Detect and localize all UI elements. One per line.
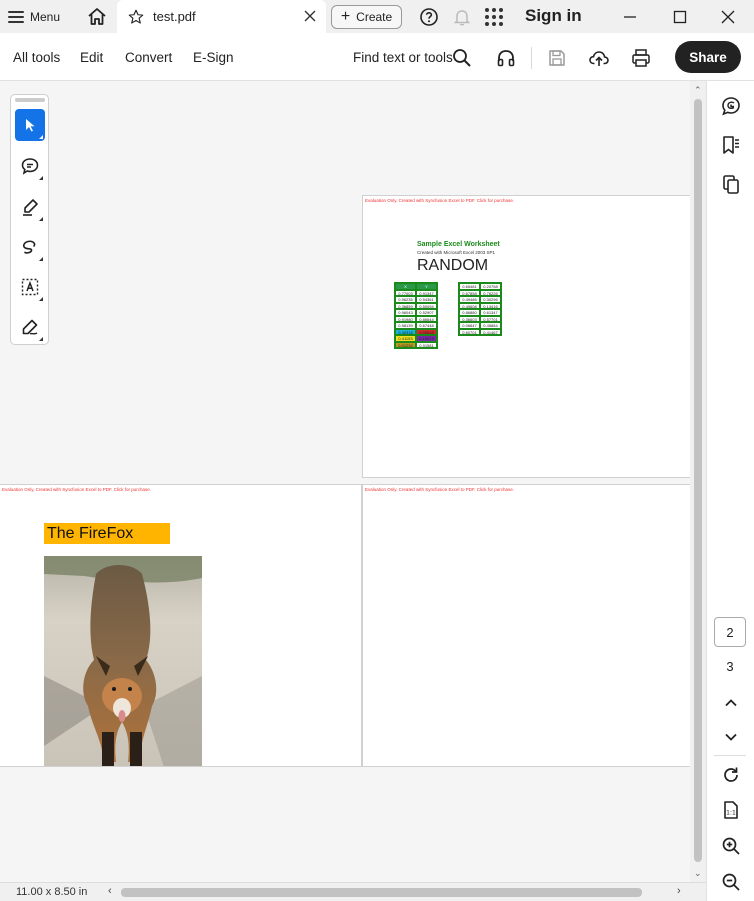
create-button[interactable]: + Create bbox=[331, 5, 402, 29]
scroll-right-arrow-icon[interactable]: › bbox=[677, 885, 681, 897]
tab-test-pdf[interactable]: test.pdf bbox=[117, 0, 326, 33]
star-icon[interactable] bbox=[127, 8, 145, 26]
select-tool[interactable] bbox=[15, 109, 45, 141]
cloud-upload-icon[interactable] bbox=[588, 47, 610, 69]
vertical-scrollbar[interactable]: ⌃ ⌄ bbox=[690, 81, 706, 882]
table-cell: 0.41467 bbox=[480, 328, 501, 335]
nav-e-sign[interactable]: E-Sign bbox=[193, 50, 234, 65]
page-number-current[interactable]: 2 bbox=[714, 617, 746, 647]
scroll-down-arrow-icon[interactable]: ⌄ bbox=[694, 869, 702, 878]
random-heading: RANDOM bbox=[417, 257, 489, 274]
create-label: Create bbox=[356, 10, 393, 24]
actual-size-icon[interactable]: 1:1 bbox=[720, 799, 742, 821]
pdf-page-3-left: Evaluation Only. Created with Syncfusion… bbox=[0, 484, 362, 767]
comment-tool[interactable] bbox=[15, 150, 45, 182]
toolbar-divider bbox=[531, 47, 532, 69]
quick-tools-rail bbox=[10, 94, 49, 345]
pdf-page-2: Evaluation Only. Created with Syncfusion… bbox=[362, 195, 692, 478]
status-bar: 11.00 x 8.50 in ‹ › bbox=[0, 882, 706, 901]
nav-edit[interactable]: Edit bbox=[80, 50, 103, 65]
hamburger-icon bbox=[8, 11, 24, 23]
bookmarks-icon[interactable] bbox=[720, 134, 742, 156]
scroll-up-arrow-icon[interactable]: ⌃ bbox=[694, 86, 702, 95]
tab-title: test.pdf bbox=[153, 9, 196, 24]
signature-pen-icon bbox=[22, 319, 38, 335]
pdf-page-3-right: Evaluation Only. Created with Syncfusion… bbox=[362, 484, 692, 767]
minimize-icon[interactable] bbox=[620, 8, 640, 26]
table-cell: 0.01234 bbox=[395, 341, 416, 348]
help-icon[interactable] bbox=[419, 7, 439, 27]
draw-tool[interactable] bbox=[15, 231, 45, 263]
cursor-arrow-icon bbox=[26, 119, 35, 132]
panel-divider bbox=[714, 755, 746, 756]
nav-all-tools[interactable]: All tools bbox=[13, 50, 60, 65]
print-icon[interactable] bbox=[630, 47, 652, 69]
drag-handle[interactable] bbox=[15, 98, 45, 102]
right-side-panel: 2 3 1:1 bbox=[706, 81, 754, 901]
main-toolbar: All tools Edit Convert E-Sign Find text … bbox=[0, 33, 754, 81]
svg-text:1:1: 1:1 bbox=[726, 810, 736, 817]
plus-icon: + bbox=[340, 8, 351, 25]
search-icon[interactable] bbox=[451, 47, 473, 69]
worksheet-title: Sample Excel Worksheet bbox=[417, 241, 500, 248]
text-box-tool[interactable] bbox=[15, 271, 45, 303]
previous-page-chevron-up-icon[interactable] bbox=[720, 692, 742, 714]
find-text-or-tools[interactable]: Find text or tools bbox=[353, 50, 453, 65]
freehand-draw-icon bbox=[22, 240, 36, 254]
highlight-tool[interactable] bbox=[15, 191, 45, 223]
rotate-icon[interactable] bbox=[720, 764, 742, 786]
evaluation-notice[interactable]: Evaluation Only. Created with Syncfusion… bbox=[365, 198, 514, 203]
save-icon[interactable] bbox=[546, 47, 568, 69]
page-thumbnails-icon[interactable] bbox=[720, 173, 742, 195]
evaluation-notice[interactable]: Evaluation Only. Created with Syncfusion… bbox=[365, 487, 514, 492]
evaluation-notice[interactable]: Evaluation Only. Created with Syncfusion… bbox=[2, 487, 151, 492]
fox-photo bbox=[44, 556, 202, 766]
table-cell: 0.60701 bbox=[459, 328, 480, 335]
random-table-xy: X Y 0.77003 0.91347 0.96235 0.54361 0.3685… bbox=[394, 282, 438, 349]
document-view[interactable]: Evaluation Only. Created with Syncfusion… bbox=[0, 81, 706, 882]
page-number-next[interactable]: 3 bbox=[714, 651, 746, 681]
horizontal-scroll-thumb[interactable] bbox=[121, 888, 642, 897]
share-button[interactable]: Share bbox=[675, 41, 741, 73]
worksheet-subtitle: Created with Microsoft Excel 2003 SP1 bbox=[417, 250, 496, 255]
comment-icon bbox=[21, 158, 39, 175]
menu-label: Menu bbox=[30, 10, 61, 24]
zoom-in-icon[interactable] bbox=[720, 835, 742, 857]
maximize-icon[interactable] bbox=[670, 8, 690, 26]
scroll-left-arrow-icon[interactable]: ‹ bbox=[108, 885, 112, 897]
comments-panel-icon[interactable] bbox=[720, 95, 742, 117]
sign-tool[interactable] bbox=[15, 311, 45, 343]
next-page-chevron-down-icon[interactable] bbox=[720, 726, 742, 748]
firefox-title: The FireFox bbox=[44, 523, 170, 544]
zoom-out-icon[interactable] bbox=[720, 871, 742, 893]
headphones-icon[interactable] bbox=[495, 47, 517, 69]
random-table-values: 0.65481 0.20758 0.67858 0.76226 0.49486 0.3… bbox=[458, 282, 502, 336]
apps-grid-icon[interactable] bbox=[485, 8, 503, 26]
add-text-icon bbox=[21, 278, 39, 296]
window-close-icon[interactable] bbox=[718, 8, 738, 26]
menu-button[interactable]: Menu bbox=[8, 5, 60, 29]
table-row: 0.01234 0.91581 bbox=[395, 341, 437, 348]
notification-bell-icon[interactable] bbox=[452, 7, 472, 27]
title-bar: Menu test.pdf + Create Sign in bbox=[0, 0, 754, 33]
close-tab-icon[interactable] bbox=[304, 10, 316, 22]
nav-convert[interactable]: Convert bbox=[125, 50, 172, 65]
page-size-label: 11.00 x 8.50 in bbox=[16, 886, 88, 898]
table-cell: 0.91581 bbox=[416, 341, 437, 348]
sign-in-link[interactable]: Sign in bbox=[525, 6, 582, 26]
home-icon[interactable] bbox=[85, 5, 109, 29]
table-row: 0.60701 0.41467 bbox=[459, 328, 501, 335]
highlighter-pen-icon bbox=[23, 199, 38, 216]
acrobat-window: Menu test.pdf + Create Sign in All tools… bbox=[0, 0, 754, 901]
scroll-thumb[interactable] bbox=[694, 99, 702, 862]
